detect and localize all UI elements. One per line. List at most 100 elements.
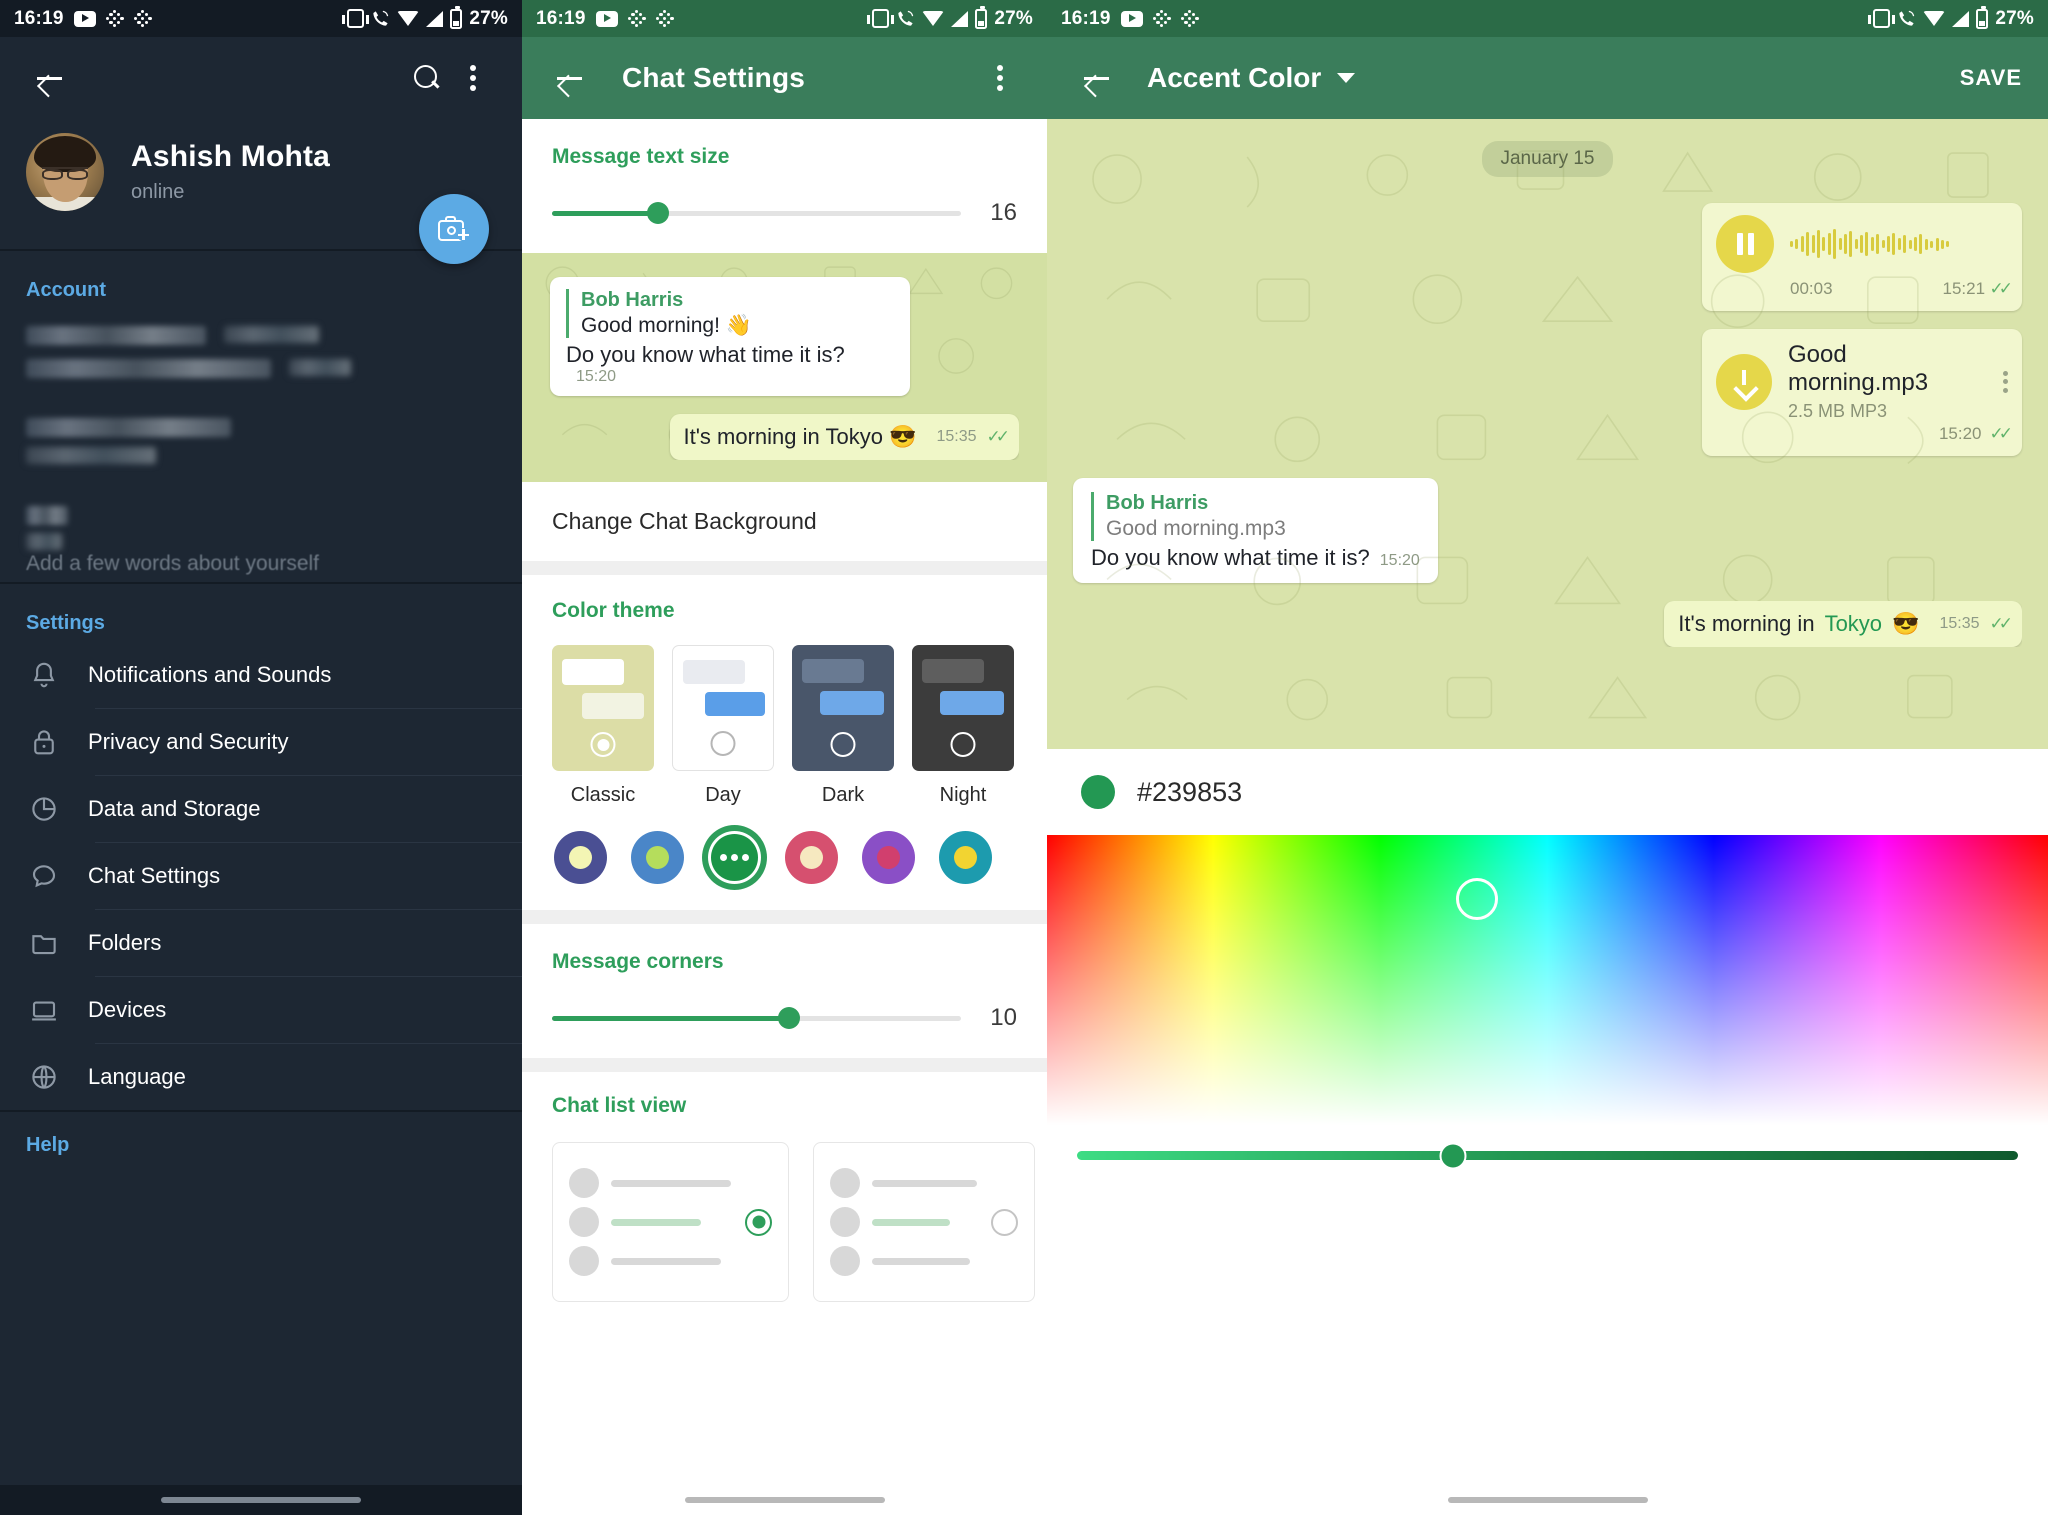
chat-preview: Bob Harris Good morning! 👋 Do you know w… <box>522 253 1047 482</box>
app-dot-icon-1 <box>1152 9 1171 28</box>
avatar[interactable] <box>26 133 104 211</box>
overflow-menu-button[interactable] <box>977 55 1023 101</box>
sidebar-item-privacy[interactable]: Privacy and Security <box>0 708 522 775</box>
app-dot-icon-2 <box>1180 9 1199 28</box>
slider-knob[interactable] <box>647 202 670 224</box>
slider-track[interactable] <box>552 202 961 224</box>
wifi-icon <box>922 11 945 26</box>
corners-value: 10 <box>990 1004 1017 1031</box>
save-button[interactable]: SAVE <box>1960 65 2022 91</box>
bio-placeholder: Add a few words about yourself <box>26 552 319 575</box>
nav-pill[interactable] <box>684 1497 885 1503</box>
accent-swatch-6[interactable] <box>939 831 992 884</box>
theme-option-night[interactable]: Night <box>912 645 1014 807</box>
message-corners-section: Message corners 10 <box>522 924 1047 1058</box>
chevron-down-icon[interactable] <box>1337 73 1356 83</box>
back-button[interactable] <box>546 55 592 101</box>
accent-swatch-5[interactable] <box>862 831 915 884</box>
color-theme-section: Color theme Classic Day Dark Night <box>522 575 1047 910</box>
battery-icon <box>1976 5 1989 29</box>
signal-icon <box>1952 10 1970 27</box>
android-nav-bar-right <box>1047 1485 2048 1515</box>
incoming-message-bubble: Bob Harris Good morning! 👋 Do you know w… <box>550 277 910 396</box>
back-button[interactable] <box>26 55 72 101</box>
chat-list-view-option-1[interactable] <box>552 1142 789 1302</box>
accent-swatch-2[interactable] <box>631 831 684 884</box>
chat-list-view-radio[interactable] <box>745 1208 772 1236</box>
doodle-pattern <box>1092 150 1989 721</box>
youtube-icon <box>595 10 618 27</box>
slider-track[interactable] <box>552 1007 961 1029</box>
reply-text: Good morning! 👋 <box>581 314 752 337</box>
theme-radio[interactable] <box>830 732 856 757</box>
sidebar-item-chat-settings[interactable]: Chat Settings <box>0 842 522 909</box>
accent-swatches <box>522 807 1047 910</box>
accent-swatch-1[interactable] <box>554 831 607 884</box>
nav-pill[interactable] <box>1447 1497 1648 1503</box>
account-redacted-content: Add a few words about yourself <box>0 308 522 582</box>
folder-icon <box>26 928 62 958</box>
sidebar-item-notifications[interactable]: Notifications and Sounds <box>0 641 522 708</box>
vibrate-icon <box>867 9 895 28</box>
android-nav-bar-mid <box>522 1485 1047 1515</box>
battery-percent: 27% <box>1995 7 2034 29</box>
section-label: Chat list view <box>552 1094 687 1117</box>
reply-quote: Bob Harris Good morning! 👋 <box>566 289 894 338</box>
download-icon <box>1735 369 1753 394</box>
settings-section-title: Settings <box>26 612 105 634</box>
change-chat-background-row[interactable]: Change Chat Background <box>522 482 1047 561</box>
app-dot-icon-1 <box>627 9 646 28</box>
left-toolbar <box>0 37 522 119</box>
overflow-menu-button[interactable] <box>450 55 496 101</box>
color-gradient-field[interactable] <box>1047 835 2048 1125</box>
app-dot-icon-1 <box>105 9 124 28</box>
color-cursor[interactable] <box>1456 877 1499 920</box>
brightness-track[interactable] <box>1077 1142 2018 1169</box>
theme-radio[interactable] <box>710 731 736 756</box>
accent-swatch-3-selected[interactable] <box>708 831 761 884</box>
sidebar-item-devices[interactable]: Devices <box>0 976 522 1043</box>
theme-radio[interactable] <box>590 732 616 757</box>
chat-list-view-radio[interactable] <box>991 1208 1018 1236</box>
chat-list-view-option-2[interactable] <box>813 1142 1035 1302</box>
back-arrow-icon <box>556 65 582 91</box>
accent-swatch-4[interactable] <box>785 831 838 884</box>
vibrate-icon <box>342 9 370 28</box>
lock-icon <box>26 727 62 757</box>
back-button[interactable] <box>1073 55 1119 101</box>
account-section: Account Add a few words about yourself <box>0 251 522 582</box>
section-gap-3 <box>522 1058 1047 1072</box>
outgoing-message-bubble: It's morning in Tokyo 😎 15:35 ✓✓ <box>1664 601 2022 647</box>
theme-radio[interactable] <box>950 732 976 757</box>
slider-knob[interactable] <box>778 1007 801 1029</box>
sidebar-item-folders[interactable]: Folders <box>0 909 522 976</box>
theme-label: Classic <box>570 784 636 806</box>
theme-cards: Classic Day Dark Night <box>522 641 1047 807</box>
battery-percent: 27% <box>994 7 1033 29</box>
theme-option-classic[interactable]: Classic <box>552 645 654 807</box>
search-icon <box>414 65 440 91</box>
wifi-icon <box>1923 11 1946 26</box>
theme-option-dark[interactable]: Dark <box>792 645 894 807</box>
theme-option-day[interactable]: Day <box>672 645 774 807</box>
message-corners-slider[interactable]: 10 <box>552 1004 1017 1032</box>
message-text: Do you know what time it is? <box>566 342 845 367</box>
sidebar-item-data-storage[interactable]: Data and Storage <box>0 775 522 842</box>
signal-icon <box>426 10 444 27</box>
sidebar-item-label: Privacy and Security <box>88 728 289 754</box>
app-dot-icon-2 <box>655 9 674 28</box>
message-text-prefix: It's morning in <box>1678 611 1815 636</box>
add-photo-fab[interactable] <box>419 194 489 264</box>
app-dot-icon-2 <box>133 9 152 28</box>
sidebar-item-language[interactable]: Language <box>0 1043 522 1110</box>
nav-pill[interactable] <box>161 1497 361 1503</box>
back-arrow-icon <box>36 65 62 91</box>
search-button[interactable] <box>404 55 450 101</box>
message-time: 15:35 <box>1939 615 1980 632</box>
text-size-slider[interactable]: 16 <box>552 199 1017 227</box>
hex-value[interactable]: #239853 <box>1137 777 1242 808</box>
brightness-knob[interactable] <box>1439 1142 1467 1169</box>
sidebar-item-label: Notifications and Sounds <box>88 661 332 687</box>
message-time: 15:20 <box>576 368 617 385</box>
message-text-suffix: 😎 <box>1892 611 1920 636</box>
